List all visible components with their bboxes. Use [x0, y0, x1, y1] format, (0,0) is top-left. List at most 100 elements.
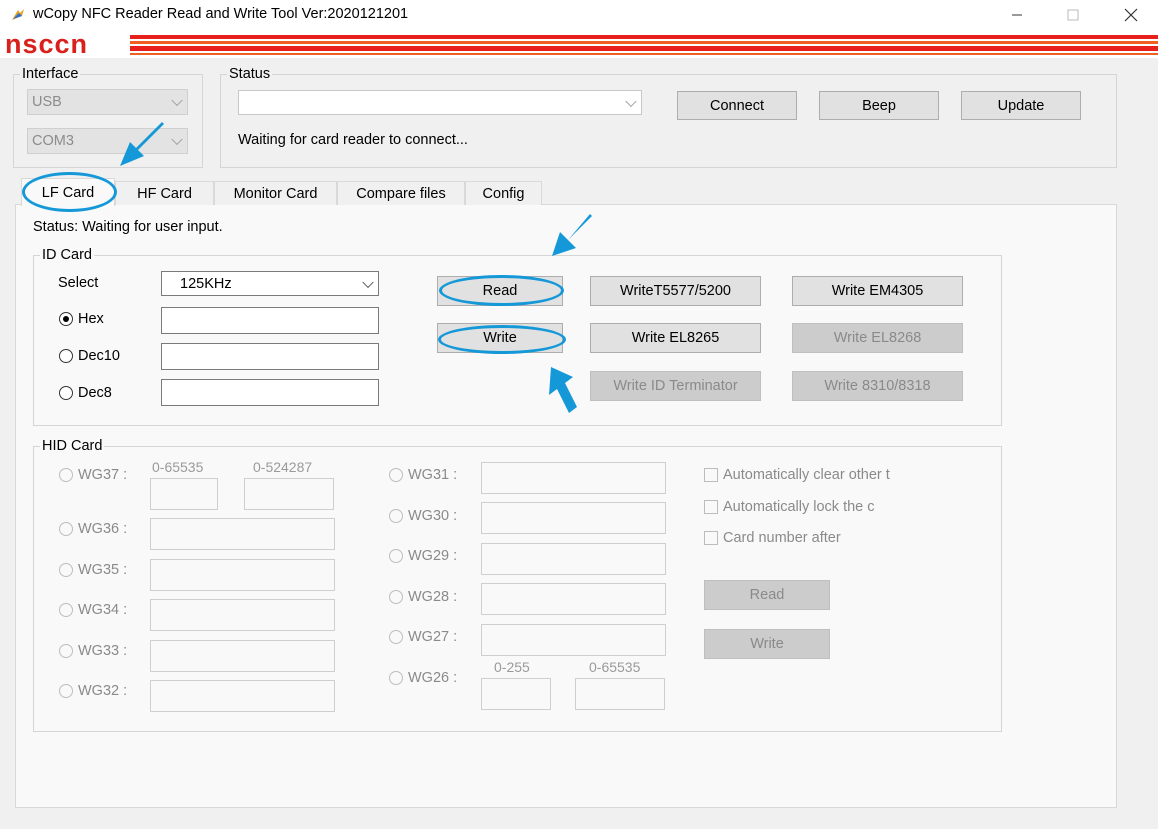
wg30-input[interactable] [481, 502, 666, 534]
arrow-to-read-icon [552, 214, 592, 256]
chevron-down-icon [171, 133, 183, 146]
wg34-input[interactable] [150, 599, 335, 631]
lf-tab-highlight-ring [22, 172, 117, 212]
wg30-label: WG30 : [408, 508, 458, 524]
brand-banner [0, 30, 1158, 58]
wg33-radio[interactable] [59, 644, 73, 658]
write-el8268-button[interactable]: Write EL8268 [792, 323, 963, 353]
wg37-hint-1: 0-65535 [152, 459, 204, 475]
wg32-label: WG32 : [78, 683, 128, 699]
wg32-input[interactable] [150, 680, 335, 712]
svg-text:nsccn: nsccn [5, 32, 88, 56]
connect-button[interactable]: Connect [677, 91, 797, 120]
wg34-radio[interactable] [59, 603, 73, 617]
wg27-input[interactable] [481, 624, 666, 656]
select-label: Select [58, 275, 99, 291]
dec8-radio[interactable] [59, 386, 73, 400]
wg28-radio[interactable] [389, 590, 403, 604]
frequency-select[interactable]: 125KHz [161, 271, 379, 296]
wg31-label: WG31 : [408, 467, 458, 483]
interface-label: Interface [20, 66, 81, 82]
minimize-button[interactable] [994, 0, 1040, 30]
wg35-label: WG35 : [78, 562, 128, 578]
chevron-down-icon [362, 276, 374, 288]
close-button[interactable] [1108, 0, 1154, 30]
wg33-input[interactable] [150, 640, 335, 672]
minimize-icon [1012, 14, 1022, 16]
hid-read-button[interactable]: Read [704, 580, 830, 610]
update-button[interactable]: Update [961, 91, 1081, 120]
interface-type-select[interactable]: USB [27, 89, 188, 115]
wg28-label: WG28 : [408, 589, 458, 605]
maximize-icon [1067, 9, 1079, 21]
tab-hf-card[interactable]: HF Card [115, 181, 214, 205]
wg26-input-1[interactable] [481, 678, 551, 710]
wg37-label: WG37 : [78, 467, 128, 483]
id-card-label: ID Card [40, 247, 94, 263]
wg36-label: WG36 : [78, 521, 128, 537]
write-el8265-button[interactable]: Write EL8265 [590, 323, 761, 353]
beep-button[interactable]: Beep [819, 91, 939, 120]
dec8-input[interactable] [161, 379, 379, 406]
wg32-radio[interactable] [59, 684, 73, 698]
maximize-button[interactable] [1050, 0, 1096, 30]
read-highlight-ring [439, 275, 564, 306]
dec8-label: Dec8 [78, 385, 112, 401]
wg35-radio[interactable] [59, 563, 73, 577]
chevron-down-icon [171, 94, 183, 107]
close-icon [1124, 8, 1138, 22]
dec10-radio[interactable] [59, 349, 73, 363]
arrow-to-write-icon [549, 367, 577, 413]
wg28-input[interactable] [481, 583, 666, 615]
wg36-radio[interactable] [59, 522, 73, 536]
card-number-after-label: Card number after [723, 530, 841, 546]
wg26-hint-2: 0-65535 [589, 659, 641, 675]
connection-status-text: Waiting for card reader to connect... [238, 132, 468, 148]
app-icon [12, 9, 24, 20]
wg26-input-2[interactable] [575, 678, 665, 710]
status-label: Status [227, 66, 273, 82]
dec10-label: Dec10 [78, 348, 120, 364]
auto-clear-checkbox[interactable] [704, 468, 718, 482]
wg29-input[interactable] [481, 543, 666, 575]
auto-clear-label: Automatically clear other t​ [723, 467, 890, 483]
wg26-hint-1: 0-255 [494, 659, 530, 675]
wg36-input[interactable] [150, 518, 335, 550]
hid-write-button[interactable]: Write [704, 629, 830, 659]
wg30-radio[interactable] [389, 509, 403, 523]
lf-status-text: Status: Waiting for user input. [33, 219, 223, 235]
wg31-radio[interactable] [389, 468, 403, 482]
window-title: wCopy NFC Reader Read and Write Tool Ver… [33, 6, 409, 22]
tab-monitor-card[interactable]: Monitor Card [214, 181, 337, 205]
wg31-input[interactable] [481, 462, 666, 494]
auto-lock-label: Automatically lock the c [723, 499, 875, 515]
tab-config[interactable]: Config [465, 181, 542, 205]
wg26-radio[interactable] [389, 671, 403, 685]
wg37-input-1[interactable] [150, 478, 218, 510]
wg27-label: WG27 : [408, 629, 458, 645]
auto-lock-checkbox[interactable] [704, 500, 718, 514]
title-bar: wCopy NFC Reader Read and Write Tool Ver… [0, 0, 1158, 30]
wg27-radio[interactable] [389, 630, 403, 644]
wg34-label: WG34 : [78, 602, 128, 618]
wg37-input-2[interactable] [244, 478, 334, 510]
hex-radio[interactable] [59, 312, 73, 326]
wg37-hint-2: 0-524287 [253, 459, 313, 475]
write-8310-button[interactable]: Write 8310/8318 [792, 371, 963, 401]
write-em4305-button[interactable]: Write EM4305 [792, 276, 963, 306]
wg29-radio[interactable] [389, 549, 403, 563]
write-highlight-ring [438, 325, 566, 354]
write-id-terminator-button[interactable]: Write ID Terminator [590, 371, 761, 401]
wg29-label: WG29 : [408, 548, 458, 564]
tab-compare-files[interactable]: Compare files [337, 181, 465, 205]
wg26-label: WG26 : [408, 670, 458, 686]
device-select[interactable] [238, 90, 642, 115]
hex-label: Hex [78, 311, 104, 327]
hex-input[interactable] [161, 307, 379, 334]
hid-card-label: HID Card [40, 438, 105, 454]
card-number-after-checkbox[interactable] [704, 531, 718, 545]
wg35-input[interactable] [150, 559, 335, 591]
dec10-input[interactable] [161, 343, 379, 370]
write-t5577-button[interactable]: WriteT5577/5200 [590, 276, 761, 306]
wg37-radio[interactable] [59, 468, 73, 482]
